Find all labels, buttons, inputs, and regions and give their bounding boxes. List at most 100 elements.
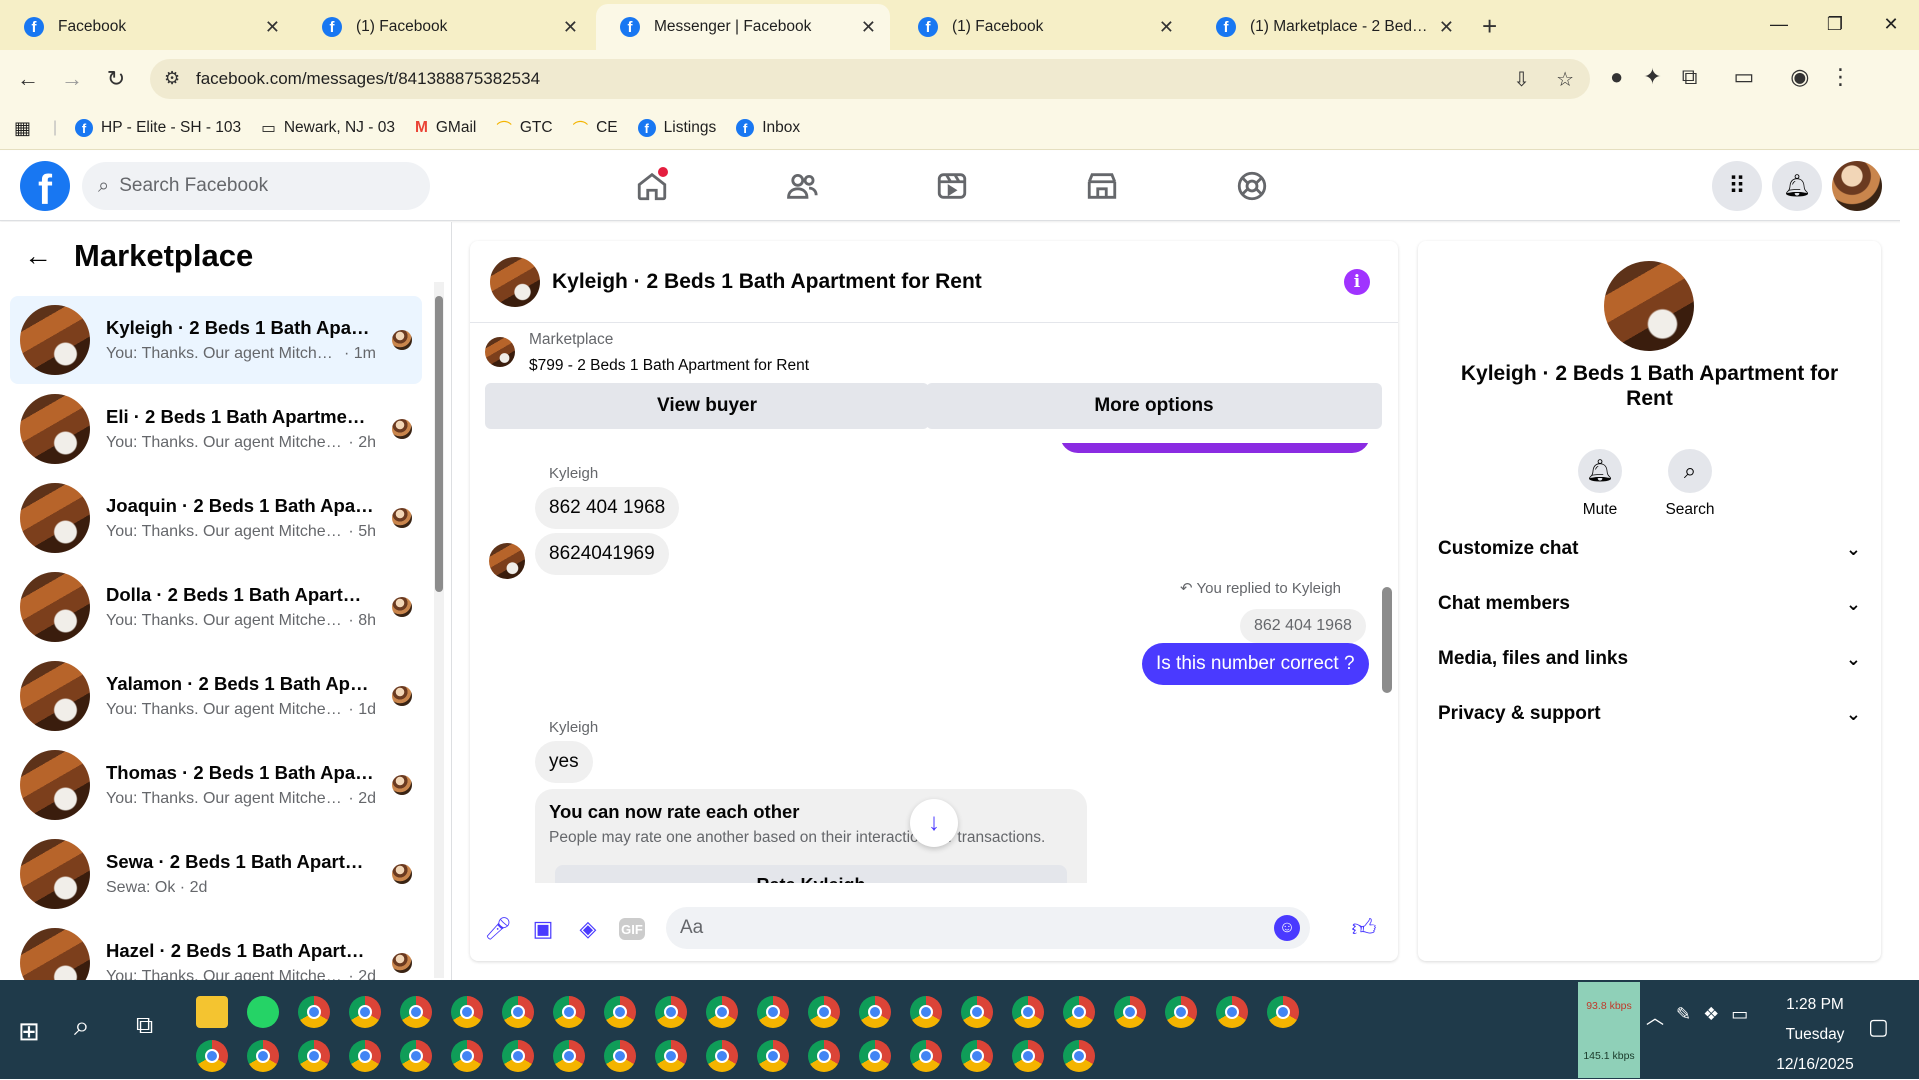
chrome-icon[interactable] (961, 996, 993, 1028)
close-tab-icon[interactable]: ✕ (563, 17, 578, 38)
chrome-icon[interactable] (859, 1040, 891, 1072)
chrome-icon[interactable] (553, 1040, 585, 1072)
back-arrow-icon[interactable]: ← (24, 240, 52, 272)
chrome-icon[interactable] (706, 996, 738, 1028)
chrome-icon[interactable] (349, 1040, 381, 1072)
bookmark-listings[interactable]: f Listings (637, 119, 716, 137)
chrome-icon[interactable] (298, 996, 330, 1028)
chrome-icon[interactable] (757, 1040, 789, 1072)
close-tab-icon[interactable]: ✕ (265, 17, 280, 38)
task-view-icon[interactable]: ⧉ (136, 1012, 153, 1040)
chrome-icon[interactable] (808, 996, 840, 1028)
bookmark-star-icon[interactable]: ☆ (1556, 67, 1574, 92)
microphone-icon[interactable]: 🎤︎ (484, 915, 512, 943)
chrome-icon[interactable] (451, 996, 483, 1028)
profile-icon[interactable]: ◉ (1790, 64, 1809, 90)
page-scrollbar[interactable] (1900, 160, 1919, 980)
my-message-bubble[interactable]: Is this number correct ? (1142, 643, 1369, 685)
menu-kebab-icon[interactable]: ⋮ (1829, 64, 1851, 90)
conversation-item[interactable]: Dolla · 2 Beds 1 Bath Apartment ... You: … (10, 563, 422, 651)
chat-scrollbar[interactable] (1382, 451, 1392, 879)
search-conversation-button[interactable]: ⌕ Search (1645, 449, 1735, 519)
chrome-icon[interactable] (553, 996, 585, 1028)
browser-tab-messenger[interactable]: f Messenger | Facebook ✕ (596, 4, 890, 50)
listing-title[interactable]: $799 - 2 Beds 1 Bath Apartment for Rent (529, 357, 809, 375)
cookie-extension-icon[interactable]: ● (1610, 64, 1623, 90)
mute-button[interactable]: 🔔︎ Mute (1555, 449, 1645, 519)
chrome-icon[interactable] (1063, 996, 1095, 1028)
rate-button[interactable]: Rate Kyleigh (555, 865, 1067, 883)
photo-icon[interactable]: ▣ (529, 915, 557, 943)
url-bar[interactable]: ⚙ facebook.com/messages/t/84138887538253… (150, 59, 1590, 99)
whatsapp-icon[interactable] (247, 996, 279, 1028)
chrome-icon[interactable] (451, 1040, 483, 1072)
thumbs-up-icon[interactable]: 👍︎ (1350, 915, 1378, 943)
chrome-icon[interactable] (1165, 996, 1197, 1028)
view-buyer-button[interactable]: View buyer (485, 383, 929, 429)
chrome-icon[interactable] (604, 1040, 636, 1072)
chrome-icon[interactable] (502, 1040, 534, 1072)
chrome-icon[interactable] (757, 996, 789, 1028)
bookmark-gtc[interactable]: ⌒ GTC (496, 117, 552, 139)
info-icon[interactable]: i (1344, 269, 1370, 295)
message-bubble[interactable]: 862 404 1968 (535, 487, 680, 529)
marketplace-nav-icon[interactable] (1078, 165, 1126, 207)
conversation-item[interactable]: Thomas · 2 Beds 1 Bath Apart... You: Than… (10, 741, 422, 829)
more-options-button[interactable]: More options (926, 383, 1382, 429)
browser-tab-facebook-2[interactable]: f (1) Facebook ✕ (298, 4, 592, 50)
bookmark-gmail[interactable]: M GMail (415, 119, 476, 137)
minimize-button[interactable]: — (1751, 14, 1807, 35)
new-tab-button[interactable]: + (1482, 11, 1497, 42)
chrome-icon[interactable] (1267, 996, 1299, 1028)
reload-icon[interactable]: ↻ (94, 66, 138, 92)
close-window-button[interactable]: ✕ (1863, 14, 1919, 35)
browser-tab-facebook-3[interactable]: f (1) Facebook ✕ (894, 4, 1188, 50)
close-tab-icon[interactable]: ✕ (1439, 17, 1454, 38)
chrome-icon[interactable] (1216, 996, 1248, 1028)
search-icon[interactable]: ⌕ (74, 1010, 90, 1043)
home-nav-icon[interactable] (628, 165, 676, 207)
facebook-logo-icon[interactable]: f (20, 161, 70, 211)
chrome-icon[interactable] (1012, 996, 1044, 1028)
chrome-icon[interactable] (655, 996, 687, 1028)
chrome-icon[interactable] (1012, 1040, 1044, 1072)
chat-avatar[interactable] (490, 256, 540, 307)
forward-arrow-icon[interactable]: → (50, 66, 94, 92)
chrome-icon[interactable] (910, 1040, 942, 1072)
chrome-icon[interactable] (655, 1040, 687, 1072)
back-arrow-icon[interactable]: ← (6, 66, 50, 92)
chrome-icon[interactable] (1114, 996, 1146, 1028)
message-bubble[interactable]: yes (535, 741, 593, 783)
conversation-item[interactable]: Eli · 2 Beds 1 Bath Apartment ... You: Th… (10, 385, 422, 473)
chrome-icon[interactable] (961, 1040, 993, 1072)
gif-icon[interactable]: GIF (619, 918, 645, 940)
chat-members-row[interactable]: Chat members ⌄ (1438, 584, 1861, 624)
pen-icon[interactable]: ✎ (1676, 1004, 1691, 1030)
chevron-up-icon[interactable]: ︿ (1646, 1004, 1664, 1030)
chrome-icon[interactable] (196, 1040, 228, 1072)
chrome-icon[interactable] (1063, 1040, 1095, 1072)
message-input[interactable]: Aa ☺ (666, 907, 1310, 949)
customize-chat-row[interactable]: Customize chat ⌄ (1438, 529, 1861, 569)
quoted-message[interactable]: 862 404 1968 (1240, 609, 1366, 643)
chrome-icon[interactable] (859, 996, 891, 1028)
scroll-down-icon[interactable]: ↓ (910, 799, 958, 847)
browser-tab-facebook[interactable]: f Facebook ✕ (0, 4, 294, 50)
friends-nav-icon[interactable] (778, 165, 826, 207)
conversation-item[interactable]: Kyleigh · 2 Beds 1 Bath Apart... You: Tha… (10, 296, 422, 384)
site-settings-icon[interactable]: ⚙ (164, 68, 180, 89)
chrome-icon[interactable] (910, 996, 942, 1028)
tab-search-icon[interactable]: ▭ (1733, 64, 1754, 90)
apps-grid-icon[interactable]: ▦ (14, 118, 31, 139)
close-tab-icon[interactable]: ✕ (1159, 17, 1174, 38)
bookmark-newark[interactable]: ▭ Newark, NJ - 03 (261, 119, 395, 138)
facebook-search-input[interactable]: ⌕ Search Facebook (82, 162, 430, 210)
install-app-icon[interactable]: ⇩ (1513, 67, 1530, 92)
gaming-nav-icon[interactable] (1228, 165, 1276, 207)
sidebar-scrollbar[interactable] (434, 282, 444, 978)
file-explorer-icon[interactable] (196, 996, 228, 1028)
chrome-icon[interactable] (502, 996, 534, 1028)
conversation-item[interactable]: Yalamon · 2 Beds 1 Bath Apart... You: Tha… (10, 652, 422, 740)
conversation-item[interactable]: Joaquin · 2 Beds 1 Bath Apart... You: Tha… (10, 474, 422, 562)
chrome-icon[interactable] (298, 1040, 330, 1072)
